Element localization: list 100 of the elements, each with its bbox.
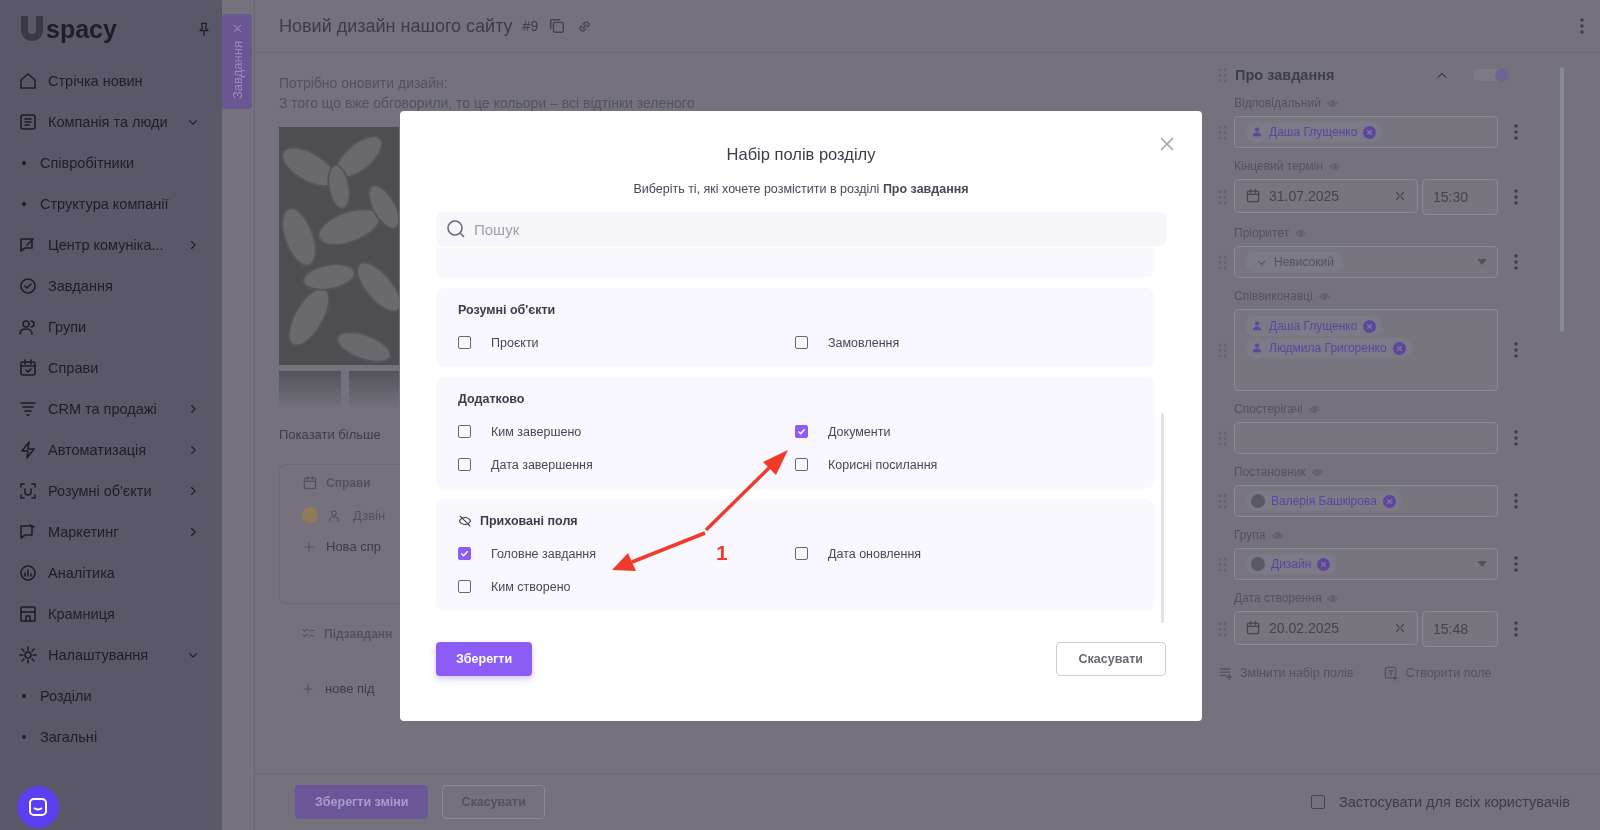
caret-icon[interactable] [1477, 561, 1487, 567]
eye-icon [1329, 160, 1341, 172]
eye-icon [1295, 227, 1307, 239]
eye-icon [1318, 290, 1330, 302]
sidebar-item[interactable]: Завдання [18, 265, 222, 306]
person-icon [1251, 320, 1263, 332]
person-icon [1251, 342, 1263, 354]
chart-icon [18, 562, 38, 583]
bullet [22, 693, 26, 698]
checkbox[interactable] [1310, 795, 1325, 809]
list-add-icon [1218, 665, 1234, 681]
more-icon[interactable] [1514, 493, 1518, 509]
sidebar-subitem[interactable]: Розділи [40, 687, 92, 704]
sidebar-item[interactable]: Маркетинг [18, 511, 222, 552]
sidebar-item[interactable]: Крамниця [18, 593, 222, 634]
plus-icon [302, 539, 316, 554]
dialog-title: Набір полів розділу [725, 145, 877, 164]
sidebar-item[interactable]: Автоматизація [18, 429, 222, 470]
sidebar-item[interactable]: Групи [18, 306, 222, 347]
cancel-button[interactable]: Скасувати [1055, 642, 1166, 676]
sidebar-subitem[interactable]: Співробітники [40, 154, 135, 171]
field-option-label: Ким завершено [491, 424, 582, 439]
check-circle-icon [18, 275, 38, 296]
calendar-icon [302, 475, 318, 491]
copy-icon [548, 17, 567, 35]
eye-icon [1271, 529, 1283, 541]
eye-icon [1326, 97, 1338, 109]
sidebar-subitem[interactable]: Структура компанії [40, 195, 169, 212]
checkbox[interactable] [795, 458, 808, 471]
checkbox[interactable] [458, 547, 471, 560]
close-icon [1393, 621, 1407, 635]
logo-text[interactable]: spacy [46, 14, 117, 44]
save-changes-button[interactable]: Зберегти зміни [295, 785, 429, 819]
sidebar-item[interactable]: Аналітика [18, 552, 222, 593]
gear-icon [18, 644, 38, 665]
chat-icon [28, 797, 48, 817]
eye-icon [1308, 403, 1320, 415]
home-icon [18, 70, 38, 91]
status-dot [302, 507, 318, 523]
plus-icon [301, 681, 315, 696]
more-icon[interactable] [1514, 430, 1518, 446]
list-icon [18, 111, 38, 132]
sidebar-subitem[interactable]: Загальні [40, 728, 98, 745]
avatar [1251, 557, 1265, 571]
checkbox[interactable] [795, 547, 808, 560]
field-option-label: Головне завдання [491, 546, 596, 561]
group-title: Додатково [458, 392, 525, 406]
more-icon[interactable] [1514, 254, 1518, 270]
group-title: Розумні об'єкти [458, 303, 556, 317]
checkbox[interactable] [458, 336, 471, 349]
sidebar-item[interactable]: Стрічка новин [18, 60, 222, 101]
remove-icon[interactable] [1382, 494, 1396, 508]
checkbox[interactable] [795, 336, 808, 349]
caret-icon[interactable] [1477, 259, 1487, 265]
checkbox[interactable] [458, 580, 471, 593]
field-option-label: Корисні посилання [828, 457, 938, 472]
more-icon[interactable] [1514, 124, 1518, 140]
remove-icon[interactable] [1392, 341, 1406, 355]
bullet [22, 734, 26, 739]
eye-icon [1311, 466, 1323, 478]
more-icon[interactable] [1514, 556, 1518, 572]
checkbox[interactable] [795, 425, 808, 438]
remove-icon[interactable] [1363, 125, 1377, 139]
pin-icon [196, 21, 212, 37]
sidebar-item[interactable]: Компанія та люди [18, 101, 222, 142]
field-option-label: Дата завершення [491, 457, 593, 472]
checkbox[interactable] [458, 458, 471, 471]
field-option-label: Ким створено [491, 579, 571, 594]
more-icon[interactable] [1514, 621, 1518, 637]
close-icon[interactable] [1160, 137, 1174, 151]
close-icon [1393, 189, 1407, 203]
group-title: Приховані поля [480, 514, 578, 528]
check-icon [460, 549, 469, 558]
more-icon[interactable] [1514, 189, 1518, 205]
eye-off-icon [458, 514, 472, 528]
sidebar-item[interactable]: Розумні об'єкти [18, 470, 222, 511]
sidebar-item[interactable]: Налаштування [18, 634, 222, 675]
sidebar-item[interactable]: Центр комуніка... [18, 224, 222, 265]
calendar-icon [18, 357, 38, 378]
checkbox[interactable] [458, 425, 471, 438]
calendar-icon [1245, 620, 1261, 636]
save-button[interactable]: Зберегти [436, 642, 533, 676]
lightning-icon [18, 439, 38, 460]
remove-icon[interactable] [1363, 319, 1377, 333]
field-option-label: Дата оновлення [828, 546, 922, 561]
annotation-number: 1 [716, 541, 728, 564]
remove-icon[interactable] [1317, 557, 1331, 571]
search-field[interactable]: Пошук [436, 212, 1166, 246]
search-icon [446, 219, 466, 239]
field-option-label: Документи [828, 424, 891, 439]
logo-icon[interactable] [18, 14, 46, 44]
sidebar-item[interactable]: CRM та продажі [18, 388, 222, 429]
more-icon[interactable] [1580, 18, 1584, 34]
sidebar-item[interactable]: Справи [18, 347, 222, 388]
field-option-label: Проєкти [491, 335, 539, 350]
more-icon[interactable] [1514, 342, 1518, 358]
check-icon [797, 427, 806, 436]
scan-icon [18, 480, 38, 501]
dialog-subtitle: Виберіть ті, які хочете розмістити в розділі Про завдання [632, 182, 970, 196]
eye-icon [1327, 592, 1339, 604]
